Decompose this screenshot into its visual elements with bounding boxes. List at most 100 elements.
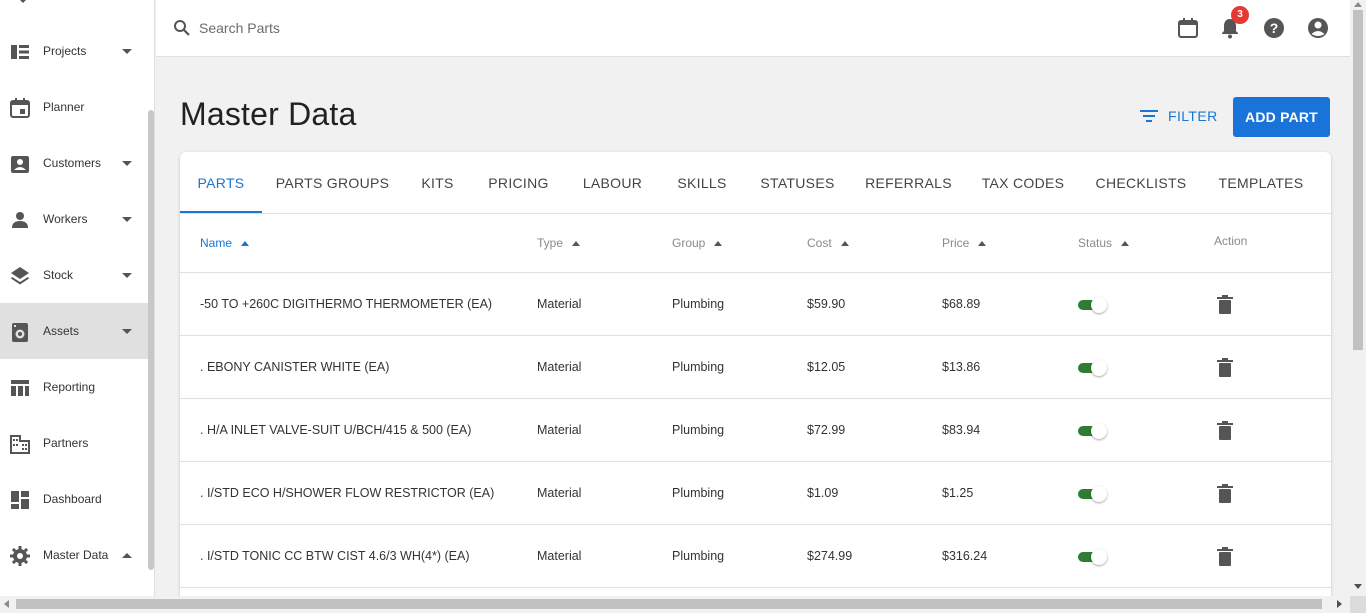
sidebar-item-label: Customers	[43, 156, 102, 170]
scroll-left-icon[interactable]	[4, 600, 9, 608]
cell-type: Material	[537, 549, 582, 563]
table-row[interactable]: . H/A INLET VALVE-SUIT U/BCH/415 & 500 (…	[180, 399, 1331, 462]
sidebar-item-assets[interactable]: Assets	[0, 303, 148, 359]
vertical-scrollbar[interactable]	[1350, 0, 1366, 596]
sidebar-item-stock[interactable]: Stock	[0, 247, 148, 303]
tab-parts-groups[interactable]: PARTS GROUPS	[262, 152, 403, 214]
sidebar-item-customers[interactable]: Customers	[0, 135, 148, 191]
cell-cost: $12.05	[807, 360, 846, 374]
column-header-label: Name	[200, 236, 233, 250]
cell-type: Material	[537, 486, 582, 500]
sort-up-icon	[241, 240, 250, 246]
delete-icon[interactable]	[1216, 547, 1234, 567]
tab-statuses[interactable]: STATUSES	[744, 152, 851, 214]
cell-price: $68.89	[942, 297, 981, 311]
cell-name: . H/A INLET VALVE-SUIT U/BCH/415 & 500 (…	[200, 423, 472, 437]
column-header-group[interactable]: Group	[672, 236, 723, 250]
tab-tax-codes[interactable]: TAX CODES	[966, 152, 1080, 214]
cell-group: Plumbing	[672, 297, 725, 311]
sidebar-item-label: Stock	[43, 268, 74, 282]
search-input[interactable]	[199, 17, 499, 39]
tab-referrals[interactable]: REFERRALS	[851, 152, 966, 214]
scroll-up-icon[interactable]	[1354, 2, 1362, 7]
column-header-cost[interactable]: Cost	[807, 236, 849, 250]
calendar-icon	[10, 98, 30, 118]
column-header-status[interactable]: Status	[1078, 236, 1130, 250]
scrollbar-corner	[1350, 596, 1366, 613]
sidebar-scrollbar[interactable]	[148, 110, 154, 570]
tab-pricing[interactable]: PRICING	[472, 152, 565, 214]
cell-group: Plumbing	[672, 486, 725, 500]
page-title: Master Data	[180, 96, 357, 132]
help-icon[interactable]: ?	[1263, 17, 1285, 39]
sidebar: Projects Planner Customers Workers Stock…	[0, 0, 155, 596]
scroll-thumb[interactable]	[1353, 10, 1363, 350]
status-toggle[interactable]	[1078, 549, 1107, 565]
table-row[interactable]: . EBONY CANISTER WHITE (EA) Material Plu…	[180, 336, 1331, 399]
sort-up-icon	[572, 240, 581, 246]
tab-checklists[interactable]: CHECKLISTS	[1080, 152, 1202, 214]
column-header-label: Group	[672, 236, 706, 250]
cell-name: . EBONY CANISTER WHITE (EA)	[200, 360, 390, 374]
sidebar-item-label: Projects	[43, 44, 87, 58]
cell-type: Material	[537, 423, 582, 437]
top-bar: 3 ?	[156, 0, 1350, 57]
horizontal-scrollbar[interactable]	[0, 596, 1366, 613]
calendar-icon[interactable]	[1177, 17, 1199, 39]
add-part-button[interactable]: ADD PART	[1233, 97, 1330, 137]
sidebar-item-label: Master Data	[43, 548, 109, 562]
cell-price: $316.24	[942, 549, 988, 563]
cell-name: . I/STD TONIC CC BTW CIST 4.6/3 WH(4*) (…	[200, 549, 470, 563]
sidebar-item-reporting[interactable]: Reporting	[0, 359, 148, 415]
sort-up-icon	[978, 240, 987, 246]
column-header-type[interactable]: Type	[537, 236, 581, 250]
scroll-down-icon[interactable]	[1354, 584, 1362, 589]
table-icon	[11, 380, 29, 396]
delete-icon[interactable]	[1216, 421, 1234, 441]
column-header-price[interactable]: Price	[942, 236, 987, 250]
sidebar-item-label: Assets	[43, 324, 80, 338]
sidebar-item-partners[interactable]: Partners	[0, 415, 148, 471]
cell-group: Plumbing	[672, 549, 725, 563]
sidebar-item-planner[interactable]: Planner	[0, 79, 148, 135]
sidebar-item-projects[interactable]: Projects	[0, 23, 148, 79]
cell-type: Material	[537, 297, 582, 311]
column-header-name[interactable]: Name	[200, 236, 250, 250]
tab-kits[interactable]: KITS	[403, 152, 472, 214]
table-row[interactable]: . I/STD ECO H/SHOWER FLOW RESTRICTOR (EA…	[180, 462, 1331, 525]
status-toggle[interactable]	[1078, 297, 1107, 313]
filter-button[interactable]: FILTER	[1132, 97, 1224, 135]
cell-price: $1.25	[942, 486, 974, 500]
delete-icon[interactable]	[1216, 484, 1234, 504]
table-row[interactable]: -50 TO +260C DIGITHERMO THERMOMETER (EA)…	[180, 273, 1331, 336]
sidebar-item-master-data[interactable]: Master Data	[0, 527, 148, 583]
status-toggle[interactable]	[1078, 486, 1107, 502]
filter-icon	[1140, 110, 1158, 122]
chevron-down-icon	[122, 216, 132, 222]
sidebar-item-label: Partners	[43, 436, 89, 450]
wrench-icon	[20, 0, 26, 3]
layers-icon	[11, 267, 29, 285]
table-row[interactable]: . I/STD TONIC CC BTW CIST 4.6/3 WH(4*) (…	[180, 525, 1331, 588]
scroll-thumb[interactable]	[16, 599, 1322, 609]
chevron-down-icon	[122, 328, 132, 334]
sort-up-icon	[840, 240, 849, 246]
filter-label: FILTER	[1168, 108, 1218, 124]
status-toggle[interactable]	[1078, 360, 1107, 376]
tab-templates[interactable]: TEMPLATES	[1202, 152, 1320, 214]
tab-parts[interactable]: PARTS	[180, 152, 262, 214]
active-tab-indicator	[180, 211, 262, 213]
tab-labour[interactable]: LABOUR	[565, 152, 660, 214]
delete-icon[interactable]	[1216, 358, 1234, 378]
delete-icon[interactable]	[1216, 295, 1234, 315]
cell-price: $83.94	[942, 423, 981, 437]
column-header-label: Price	[942, 236, 970, 250]
sidebar-item-dashboard[interactable]: Dashboard	[0, 471, 148, 527]
status-toggle[interactable]	[1078, 423, 1107, 439]
cell-price: $13.86	[942, 360, 981, 374]
account-icon[interactable]	[1307, 17, 1329, 39]
projects-icon	[11, 45, 29, 59]
sidebar-item-workers[interactable]: Workers	[0, 191, 148, 247]
tab-skills[interactable]: SKILLS	[660, 152, 744, 214]
scroll-right-icon[interactable]	[1337, 600, 1342, 608]
